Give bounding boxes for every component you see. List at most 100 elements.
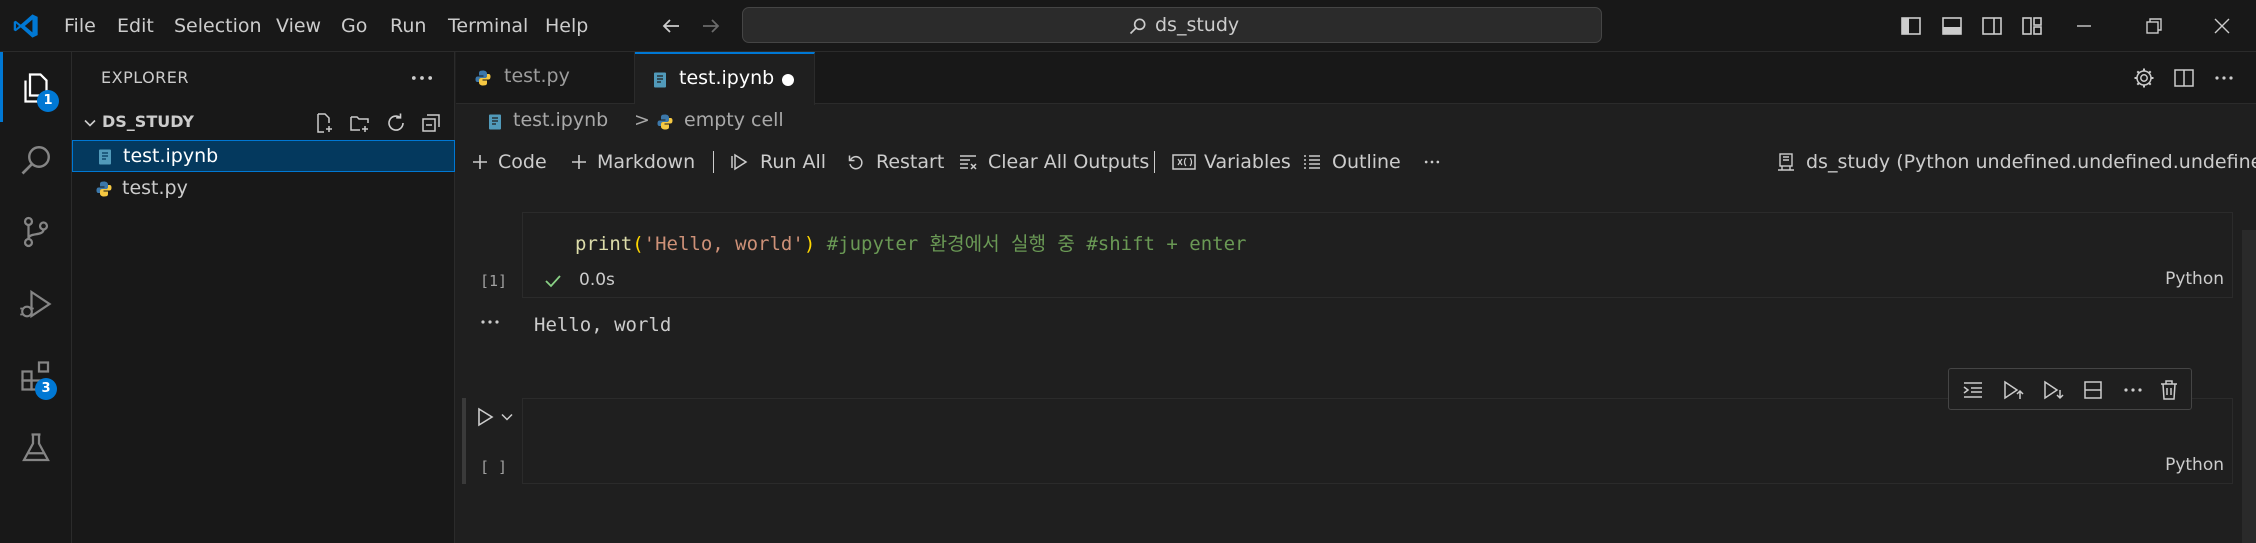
activity-testing[interactable] <box>0 412 72 482</box>
menu-edit[interactable]: Edit <box>117 12 154 40</box>
source-control-icon <box>23 216 49 248</box>
execute-above-run-icon[interactable] <box>2001 378 2025 402</box>
new-file-icon[interactable] <box>312 111 336 135</box>
tab-test-py[interactable]: test.py <box>456 52 635 104</box>
output-more-icon[interactable] <box>478 310 502 334</box>
code-comment: #jupyter 환경에서 실행 중 #shift + enter <box>815 233 1247 255</box>
plus-icon <box>572 155 586 169</box>
file-item-test-ipynb[interactable]: test.ipynb <box>72 140 455 172</box>
minimize-icon[interactable] <box>2072 14 2096 38</box>
button-label: Outline <box>1332 151 1401 173</box>
kernel-icon <box>1778 153 1794 171</box>
button-label: Markdown <box>597 151 696 173</box>
breadcrumb-item[interactable]: empty cell <box>684 109 784 131</box>
refresh-icon[interactable] <box>384 111 408 135</box>
button-label: Clear All Outputs <box>988 151 1150 173</box>
cell-code[interactable]: print('Hello, world') #jupyter 환경에서 실행 중… <box>575 229 1246 256</box>
restart-button[interactable]: Restart <box>846 144 946 180</box>
collapse-all-icon[interactable] <box>420 111 444 135</box>
title-bar: File Edit Selection View Go Run Terminal… <box>0 0 2256 52</box>
more-actions-icon[interactable] <box>1420 152 1444 172</box>
notebook-file-icon <box>99 149 111 165</box>
notebook-file-icon <box>654 72 666 88</box>
cell-language[interactable]: Python <box>2165 269 2224 289</box>
folder-header[interactable]: DS_STUDY <box>72 108 455 138</box>
menu-help[interactable]: Help <box>545 12 588 40</box>
add-markdown-cell-button[interactable]: Markdown <box>569 144 699 180</box>
split-cell-icon[interactable] <box>2081 378 2105 402</box>
notebook-toolbar: Code Markdown Run All Restart Clear All … <box>456 144 2256 180</box>
file-name: test.py <box>122 177 188 199</box>
run-debug-icon <box>20 289 52 319</box>
menu-go[interactable]: Go <box>341 12 367 40</box>
clear-all-icon <box>960 155 977 170</box>
menu-run[interactable]: Run <box>390 12 426 40</box>
chevron-down-icon[interactable] <box>500 410 514 424</box>
tab-label: test.ipynb <box>679 67 775 89</box>
activity-search[interactable] <box>0 124 72 194</box>
toolbar-separator <box>1154 151 1155 173</box>
delete-trash-icon[interactable] <box>2157 378 2181 402</box>
notebook-settings-gear-icon[interactable] <box>2132 66 2156 90</box>
cell-language[interactable]: Python <box>2165 455 2224 475</box>
toggle-panel-icon[interactable] <box>1940 14 1964 38</box>
run-cell-icon[interactable] <box>474 406 496 428</box>
more-actions-icon[interactable] <box>408 64 436 92</box>
python-file-icon <box>96 181 112 197</box>
split-editor-icon[interactable] <box>2172 66 2196 90</box>
menu-view[interactable]: View <box>276 12 321 40</box>
execute-above-icon[interactable] <box>1961 378 1985 402</box>
command-center-search[interactable]: ds_study <box>742 7 1602 43</box>
testing-flask-icon <box>22 433 50 462</box>
menu-terminal[interactable]: Terminal <box>448 12 528 40</box>
new-folder-icon[interactable] <box>348 111 372 135</box>
search-icon <box>1129 18 1146 35</box>
check-icon <box>545 275 561 288</box>
unsaved-dot-icon[interactable] <box>782 74 794 86</box>
menu-file[interactable]: File <box>64 12 96 40</box>
code-cell-1[interactable]: print('Hello, world') #jupyter 환경에서 실행 중… <box>522 212 2233 298</box>
toggle-primary-sidebar-icon[interactable] <box>1899 14 1923 38</box>
activity-run-debug[interactable] <box>0 268 72 338</box>
menu-selection[interactable]: Selection <box>174 12 262 40</box>
run-all-button[interactable]: Run All <box>730 144 830 180</box>
kernel-label: ds_study (Python undefined.undefined.und… <box>1806 151 2256 173</box>
button-label: Run All <box>760 151 827 173</box>
tab-label: test.py <box>504 65 570 87</box>
plus-icon <box>473 155 487 169</box>
python-cell-icon <box>657 114 673 130</box>
outline-button[interactable]: Outline <box>1302 144 1402 180</box>
vertical-scrollbar[interactable] <box>2242 230 2256 543</box>
variables-icon <box>1172 154 1196 170</box>
close-window-icon[interactable] <box>2210 14 2234 38</box>
file-item-test-py[interactable]: test.py <box>72 173 455 205</box>
back-arrow-icon[interactable] <box>659 14 683 38</box>
run-all-icon <box>731 153 748 171</box>
restore-icon[interactable] <box>2142 14 2166 38</box>
activity-explorer[interactable]: 1 <box>0 52 72 122</box>
activity-extensions[interactable]: 3 <box>0 340 72 410</box>
cell-toolbar <box>1948 368 2192 410</box>
chevron-down-icon <box>84 119 96 127</box>
code-string: 'Hello, world' <box>643 233 804 255</box>
activity-bar: 1 3 <box>0 52 72 543</box>
activity-source-control[interactable] <box>0 196 72 266</box>
toggle-secondary-sidebar-icon[interactable] <box>1980 14 2004 38</box>
tab-bar: test.py test.ipynb <box>456 52 2256 105</box>
code-cell-2[interactable]: Python <box>522 398 2233 484</box>
customize-layout-icon[interactable] <box>2020 14 2044 38</box>
folder-name: DS_STUDY <box>102 112 194 131</box>
command-center-text: ds_study <box>1155 14 1240 36</box>
add-code-cell-button[interactable]: Code <box>470 144 550 180</box>
button-label: Restart <box>876 151 945 173</box>
tab-test-ipynb[interactable]: test.ipynb <box>635 52 815 105</box>
variables-button[interactable]: Variables <box>1172 144 1291 180</box>
breadcrumb-file[interactable]: test.ipynb <box>513 109 608 131</box>
clear-all-outputs-button[interactable]: Clear All Outputs <box>958 144 1150 180</box>
search-icon <box>21 146 50 175</box>
forward-arrow-icon[interactable] <box>699 14 723 38</box>
execution-count: [ ] <box>480 458 508 476</box>
more-actions-icon[interactable] <box>2212 66 2236 90</box>
more-actions-icon[interactable] <box>2121 378 2145 402</box>
execute-below-icon[interactable] <box>2041 378 2065 402</box>
